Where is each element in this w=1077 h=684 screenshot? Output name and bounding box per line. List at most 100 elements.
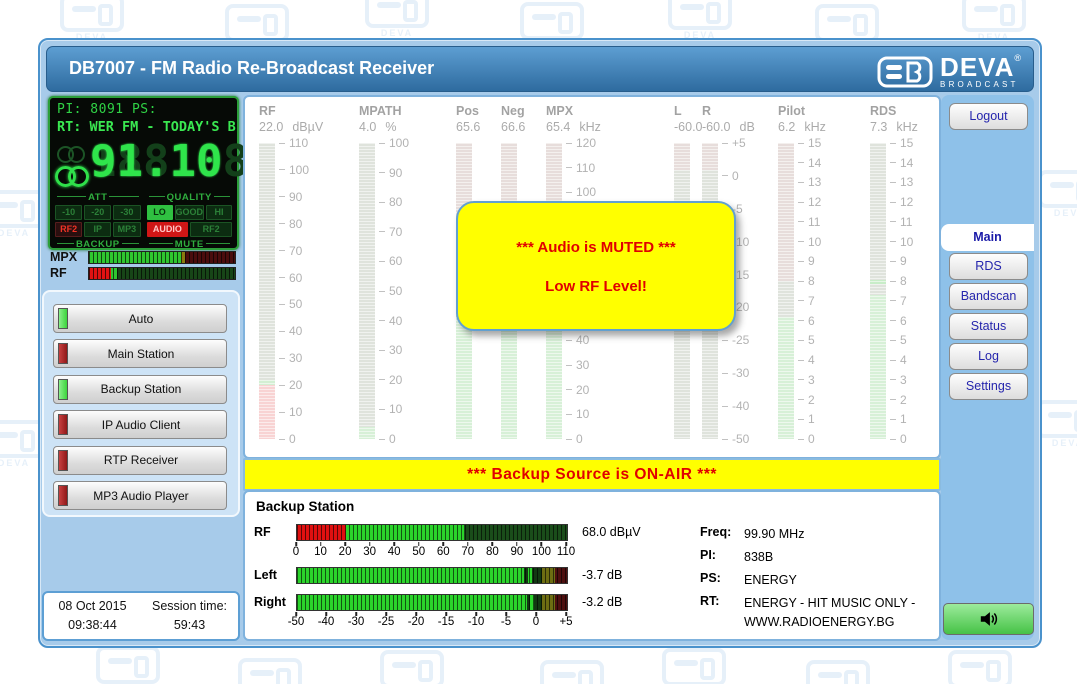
meter-bar bbox=[870, 143, 886, 439]
red-led-indicator bbox=[58, 450, 68, 471]
tab-status[interactable]: Status bbox=[949, 313, 1028, 340]
stereo-active-icon bbox=[55, 166, 89, 187]
meter-value: 65.6 bbox=[456, 120, 480, 134]
watermark-logo: DEVA bbox=[365, 0, 429, 38]
mini-meter-rf: RF bbox=[50, 266, 236, 280]
source-button-auto[interactable]: Auto bbox=[53, 304, 227, 333]
meter-name: R bbox=[702, 104, 711, 118]
green-led-indicator bbox=[58, 379, 68, 400]
source-button-mp3-audio-player[interactable]: MP3 Audio Player bbox=[53, 481, 227, 510]
logo-name: DEVA bbox=[940, 52, 1014, 82]
deva-logo: DEVA® BROADCAST bbox=[877, 54, 1021, 89]
date-label: 08 Oct 2015 bbox=[44, 597, 141, 616]
lcd-indicator-hi: HI bbox=[206, 205, 232, 220]
watermark-logo: DEVA bbox=[96, 646, 160, 684]
watermark-logo: DEVA bbox=[662, 648, 726, 684]
backup-left-label: Left bbox=[254, 568, 277, 582]
backup-on-air-banner: *** Backup Source is ON-AIR *** bbox=[243, 458, 941, 491]
lcd-indicator-good: GOOD bbox=[175, 205, 205, 220]
lcd-indicator-rf2: RF2 bbox=[190, 222, 232, 237]
lcd-indicator-10: -10 bbox=[55, 205, 82, 220]
green-led-indicator bbox=[58, 308, 68, 329]
source-button-label: Main Station bbox=[68, 347, 214, 361]
meter-value: 65.4kHz bbox=[546, 120, 601, 134]
lcd-pi-ps-line: PI: 8091 PS: bbox=[57, 102, 157, 117]
group-label-backup: BACKUP bbox=[55, 239, 141, 250]
source-button-rtp-receiver[interactable]: RTP Receiver bbox=[53, 446, 227, 475]
page-title: DB7007 - FM Radio Re-Broadcast Receiver bbox=[69, 58, 434, 79]
meter-rf: RF22.0dBµV1101009080706050403020100 bbox=[259, 97, 351, 457]
logout-button[interactable]: Logout bbox=[949, 103, 1028, 130]
stereo-icon bbox=[57, 146, 85, 163]
backup-info-freq: Freq:99.90 MHz bbox=[700, 525, 929, 544]
source-button-label: RTP Receiver bbox=[68, 453, 214, 467]
meter-name: MPX bbox=[546, 104, 573, 118]
mini-meter-label: RF bbox=[50, 266, 88, 280]
lcd-group-quality: QUALITYLOGOODHIAUDIORF2MUTE bbox=[147, 192, 233, 250]
meter-name: Neg bbox=[501, 104, 525, 118]
date-session-box: 08 Oct 2015 09:38:44 Session time: 59:43 bbox=[42, 591, 240, 641]
lcd-indicator-rf2: RF2 bbox=[55, 222, 82, 237]
source-button-backup-station[interactable]: Backup Station bbox=[53, 375, 227, 404]
meter-scale: 1009080706050403020100 bbox=[379, 143, 423, 439]
tab-log[interactable]: Log bbox=[949, 343, 1028, 370]
source-buttons-panel: Auto Main Station Backup Station IP Audio C… bbox=[42, 290, 240, 517]
group-label-mute: MUTE bbox=[147, 239, 233, 250]
source-button-main-station[interactable]: Main Station bbox=[53, 339, 227, 368]
audio-listen-button[interactable] bbox=[943, 603, 1034, 635]
watermark-logo: DEVA bbox=[540, 660, 604, 684]
lcd-indicator-20: -20 bbox=[84, 205, 111, 220]
meter-value: -60.0 bbox=[674, 120, 703, 134]
tab-bandscan[interactable]: Bandscan bbox=[949, 283, 1028, 310]
watermark-logo: DEVA bbox=[668, 0, 732, 40]
session-column: Session time: 59:43 bbox=[141, 597, 238, 635]
date-time-column: 08 Oct 2015 09:38:44 bbox=[44, 597, 141, 635]
deva-logo-text: DEVA® BROADCAST bbox=[940, 54, 1021, 89]
backup-rf-scale: 0102030405060708090100110 bbox=[296, 542, 566, 560]
tab-settings[interactable]: Settings bbox=[949, 373, 1028, 400]
meter-name: L bbox=[674, 104, 682, 118]
backup-left-bar bbox=[296, 567, 568, 584]
session-time-value: 59:43 bbox=[141, 616, 238, 635]
tab-rds[interactable]: RDS bbox=[949, 253, 1028, 280]
lcd-indicator-lo: LO bbox=[147, 205, 173, 220]
backup-lr-scale: -50-40-30-25-20-15-10-50+5 bbox=[296, 612, 566, 630]
watermark-logo: DEVA bbox=[238, 658, 302, 684]
lcd-radiotext-line: RT: WER FM - TODAY'S B bbox=[57, 119, 236, 135]
red-led-indicator bbox=[58, 485, 68, 506]
deva-logo-icon bbox=[877, 56, 933, 88]
speaker-loud-icon bbox=[978, 609, 1000, 629]
meter-bar bbox=[259, 143, 275, 439]
meter-mpath: MPATH 4.0% 1009080706050403020100 bbox=[359, 97, 451, 457]
watermark-logo: DEVA bbox=[1038, 170, 1077, 218]
backup-right-value: -3.2 dB bbox=[582, 595, 622, 609]
lcd-indicator-30: -30 bbox=[113, 205, 140, 220]
meter-bar bbox=[778, 143, 794, 439]
group-label-quality: QUALITY bbox=[147, 192, 233, 203]
red-led-indicator bbox=[58, 343, 68, 364]
logo-subtitle: BROADCAST bbox=[940, 81, 1021, 89]
meter-name: RF bbox=[259, 104, 276, 118]
backup-left-value: -3.7 dB bbox=[582, 568, 622, 582]
backup-station-title: Backup Station bbox=[256, 499, 354, 514]
meter-name: MPATH bbox=[359, 104, 402, 118]
backup-rf-value: 68.0 dBµV bbox=[582, 525, 641, 539]
source-button-ip-audio-client[interactable]: IP Audio Client bbox=[53, 410, 227, 439]
lcd-indicator-ip: IP bbox=[84, 222, 111, 237]
watermark-logo: DEVA bbox=[1036, 400, 1077, 448]
backup-rf-label: RF bbox=[254, 525, 271, 539]
meter-scale: 1101009080706050403020100 bbox=[279, 143, 323, 439]
tab-main[interactable]: Main bbox=[941, 224, 1034, 251]
meter-value: 66.6 bbox=[501, 120, 525, 134]
red-led-indicator bbox=[58, 414, 68, 435]
lcd-group-att: ATT-10-20-30RF2IPMP3BACKUP bbox=[55, 192, 141, 250]
meter-scale: 1514131211109876543210 bbox=[890, 143, 934, 439]
meter-scale: 1514131211109876543210 bbox=[798, 143, 842, 439]
meter-bar bbox=[359, 143, 375, 439]
meter-value: 4.0% bbox=[359, 120, 397, 134]
header-bar: DB7007 - FM Radio Re-Broadcast Receiver … bbox=[46, 46, 1034, 92]
source-button-label: IP Audio Client bbox=[68, 418, 214, 432]
meter-name: Pos bbox=[456, 104, 479, 118]
watermark-logo: DEVA bbox=[60, 0, 124, 42]
lcd-display: PI: 8091 PS: RT: WER FM - TODAY'S B 188.… bbox=[48, 96, 239, 250]
